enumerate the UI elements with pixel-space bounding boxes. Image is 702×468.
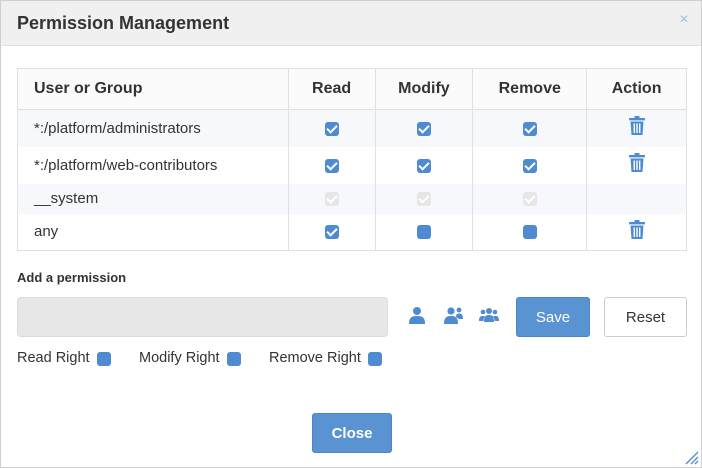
dialog-header: Permission Management ×: [1, 1, 701, 46]
table-header-row: User or Group Read Modify Remove Action: [17, 68, 687, 110]
row-remove-cell: [472, 213, 588, 251]
table-row: any: [17, 213, 687, 251]
table-row: *:/platform/web-contributors: [17, 146, 687, 184]
column-header-remove: Remove: [472, 68, 588, 110]
modify-right-checkbox[interactable]: [227, 352, 241, 366]
permission-input[interactable]: [17, 297, 388, 337]
trash-icon[interactable]: [628, 116, 646, 140]
row-read-cell: [287, 213, 376, 251]
row-remove-cell: [472, 109, 588, 147]
reset-button[interactable]: Reset: [604, 297, 687, 337]
remove-checkbox[interactable]: [522, 121, 537, 136]
add-permission-label: Add a permission: [17, 270, 127, 285]
row-action-cell: [586, 146, 687, 184]
row-modify-cell: [374, 109, 474, 147]
row-action-cell: [586, 213, 687, 251]
remove-right-checkbox[interactable]: [368, 352, 382, 366]
modify-checkbox: [416, 192, 431, 207]
permission-table: User or Group Read Modify Remove Action …: [17, 68, 687, 251]
read-checkbox: [324, 192, 339, 207]
row-user-or-group: __system: [17, 183, 289, 214]
remove-right-label: Remove Right: [269, 350, 361, 366]
table-row: __system: [17, 183, 687, 214]
read-checkbox[interactable]: [324, 225, 339, 240]
column-header-user-or-group: User or Group: [17, 68, 289, 110]
close-x-icon[interactable]: ×: [677, 12, 691, 28]
read-checkbox[interactable]: [324, 121, 339, 136]
close-button[interactable]: Close: [312, 413, 392, 453]
row-user-or-group: any: [17, 213, 289, 251]
read-checkbox[interactable]: [324, 158, 339, 173]
row-modify-cell: [374, 146, 474, 184]
read-right-checkbox[interactable]: [97, 352, 111, 366]
dialog-title: Permission Management: [17, 13, 230, 33]
table-row: *:/platform/administrators: [17, 109, 687, 147]
permission-dialog: Permission Management × User or Group Re…: [0, 0, 702, 468]
modify-checkbox[interactable]: [416, 225, 431, 240]
save-button[interactable]: Save: [516, 297, 590, 337]
remove-checkbox[interactable]: [522, 158, 537, 173]
column-header-action: Action: [586, 68, 687, 110]
read-right-label: Read Right: [17, 350, 90, 366]
remove-checkbox: [522, 192, 537, 207]
column-header-read: Read: [287, 68, 376, 110]
modify-checkbox[interactable]: [416, 158, 431, 173]
row-action-cell: [586, 183, 687, 214]
select-membership-icon[interactable]: [444, 306, 464, 324]
row-remove-cell: [472, 146, 588, 184]
row-user-or-group: *:/platform/web-contributors: [17, 146, 289, 184]
trash-icon[interactable]: [628, 153, 646, 177]
remove-checkbox[interactable]: [522, 225, 537, 240]
resize-handle-icon[interactable]: [683, 449, 699, 465]
column-header-modify: Modify: [374, 68, 474, 110]
row-modify-cell: [374, 183, 474, 214]
row-read-cell: [287, 109, 376, 147]
select-group-icon[interactable]: [479, 306, 499, 324]
row-read-cell: [287, 183, 376, 214]
row-modify-cell: [374, 213, 474, 251]
row-user-or-group: *:/platform/administrators: [17, 109, 289, 147]
row-action-cell: [586, 109, 687, 147]
modify-checkbox[interactable]: [416, 121, 431, 136]
select-user-icon[interactable]: [408, 306, 426, 324]
trash-icon[interactable]: [628, 219, 646, 244]
row-read-cell: [287, 146, 376, 184]
modify-right-label: Modify Right: [139, 350, 220, 366]
row-remove-cell: [472, 183, 588, 214]
